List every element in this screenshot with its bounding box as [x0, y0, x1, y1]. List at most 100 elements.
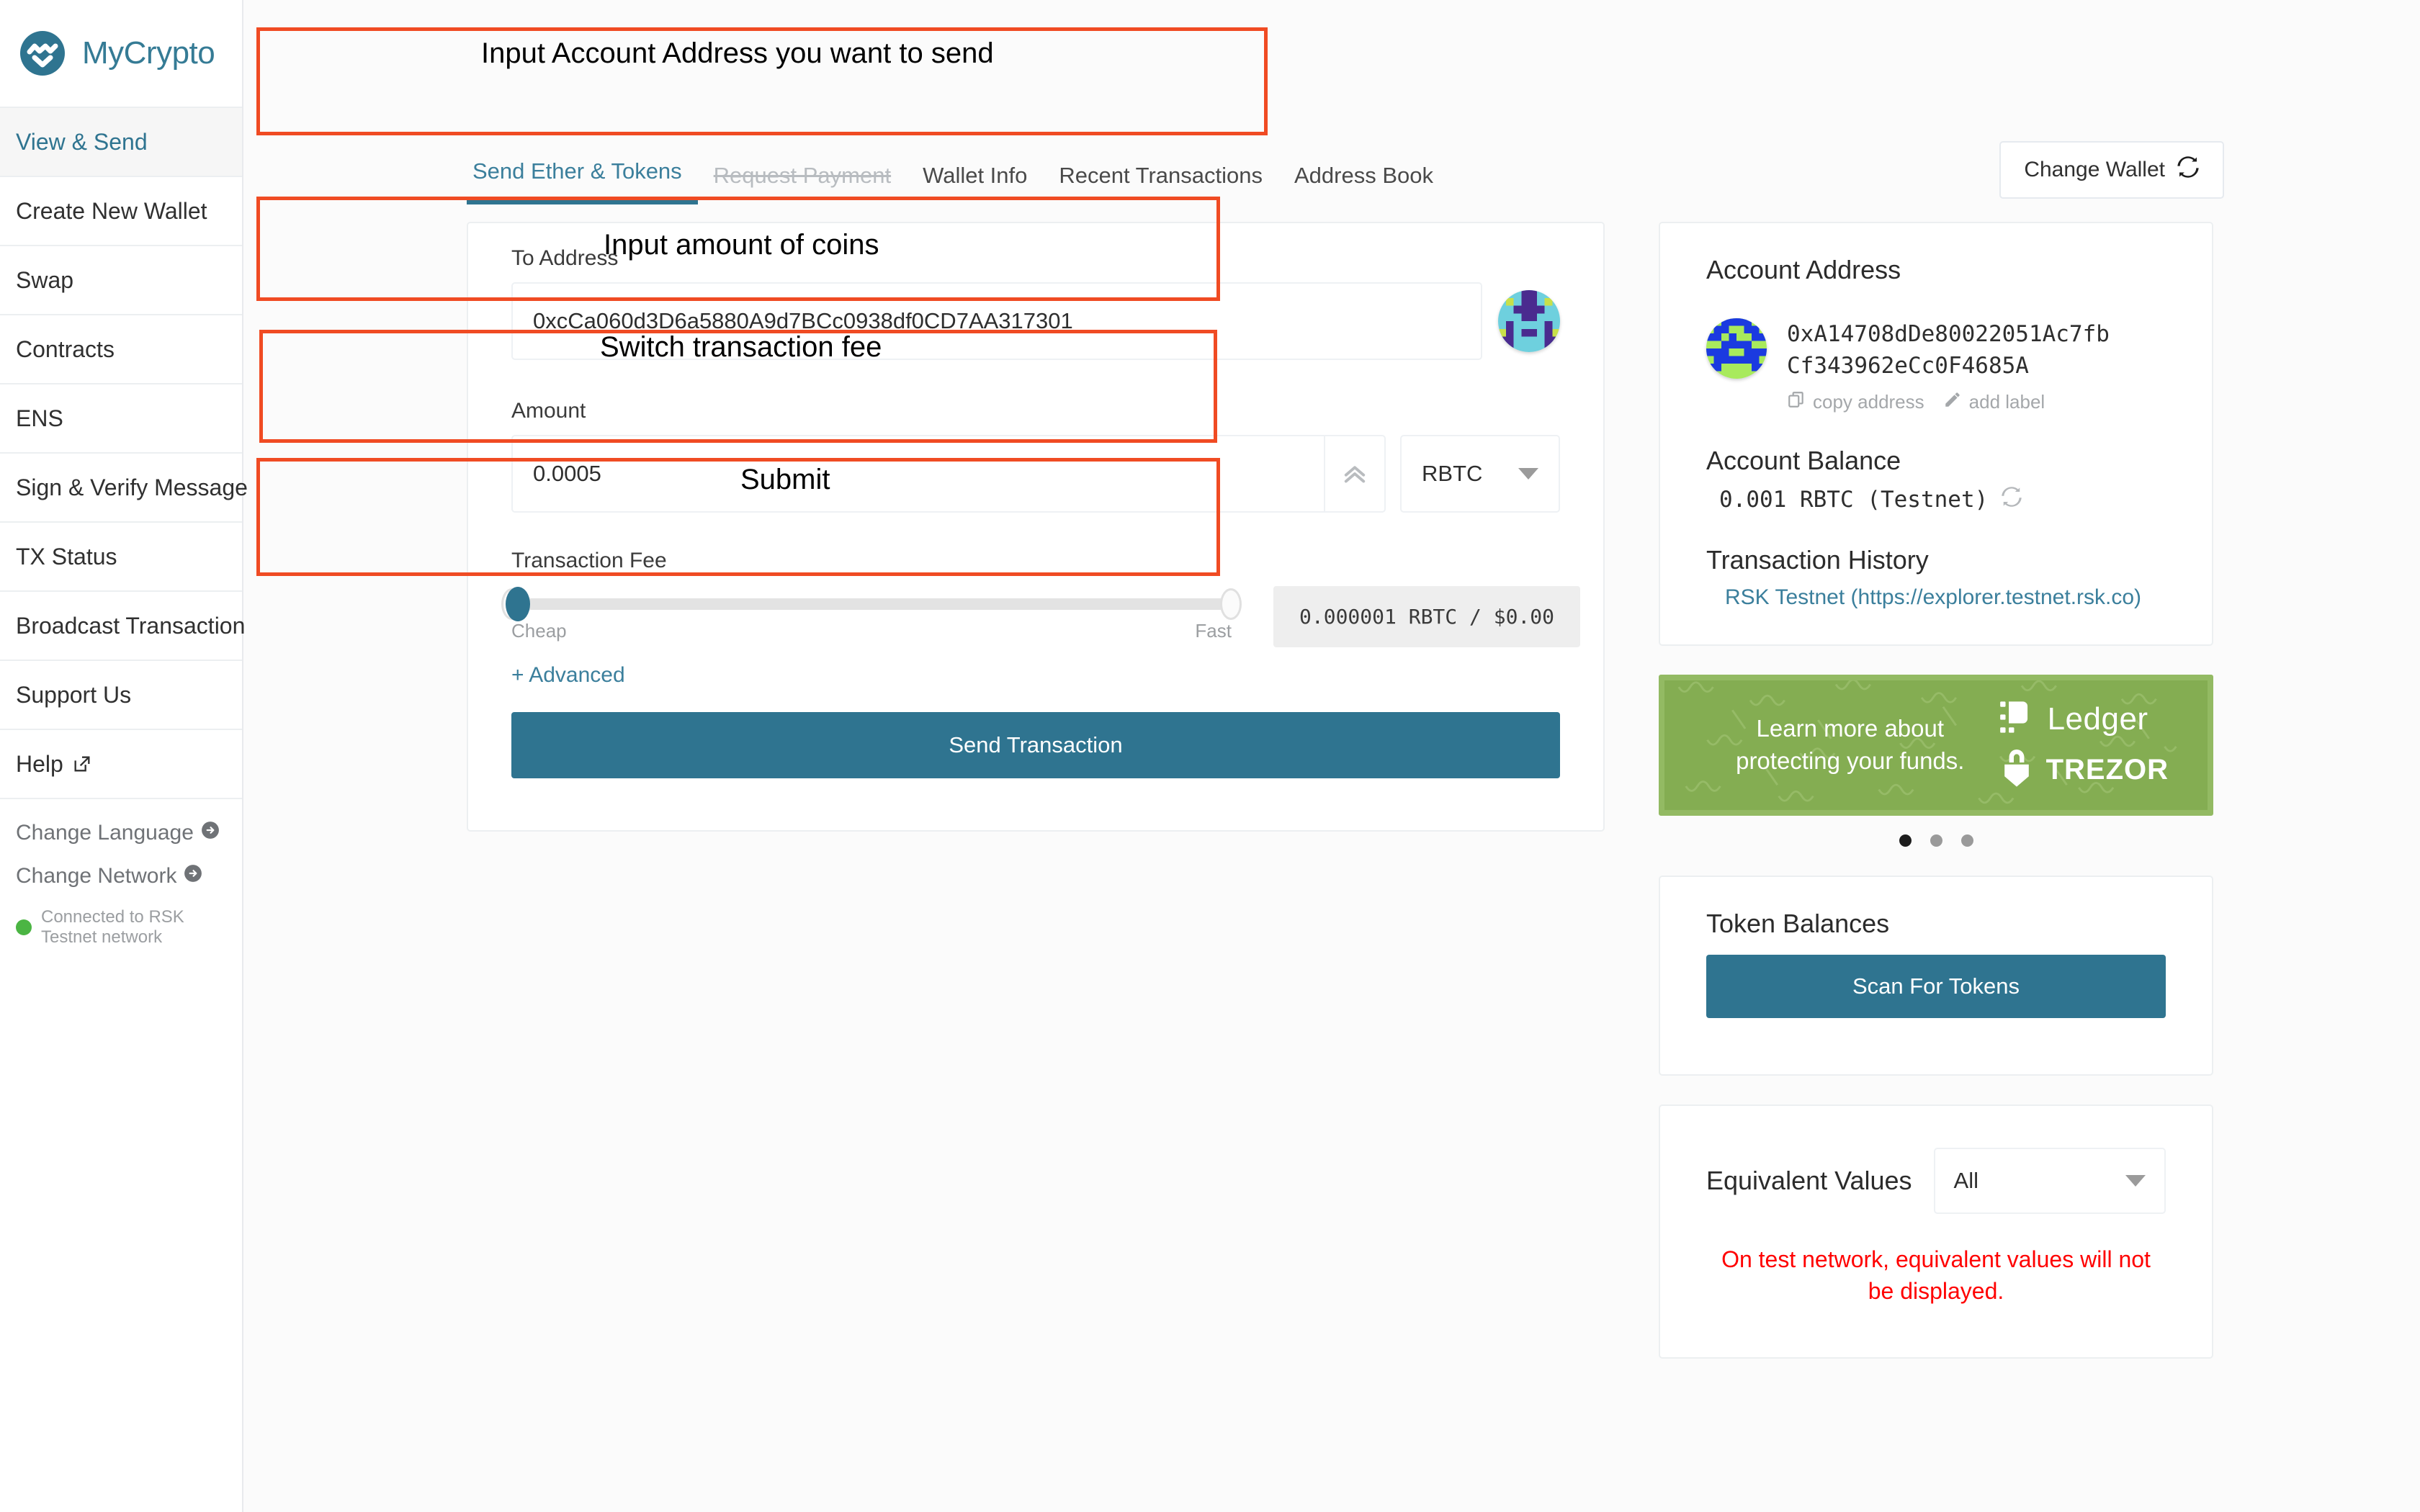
unit-select[interactable]: RBTC: [1400, 435, 1560, 513]
sidebar-item-label: TX Status: [16, 543, 117, 570]
send-transaction-button[interactable]: Send Transaction: [511, 712, 1560, 778]
fee-slider-track[interactable]: [501, 587, 1242, 621]
send-everything-chevron-icon[interactable]: [1324, 436, 1384, 511]
sidebar-item-broadcast-transaction[interactable]: Broadcast Transaction: [0, 592, 246, 661]
amount-input[interactable]: 0.0005: [513, 436, 1324, 511]
banner-dot-3[interactable]: [1960, 834, 1973, 847]
sidebar-item-support-us[interactable]: Support Us: [0, 661, 242, 730]
chevron-down-icon: [1518, 468, 1538, 480]
to-address-input[interactable]: 0xcCa060d3D6a5880A9d7BCc0938df0CD7AA3173…: [511, 282, 1482, 360]
promo-banner[interactable]: Learn more about protecting your funds.: [1659, 675, 2213, 816]
scan-for-tokens-label: Scan For Tokens: [1852, 973, 2020, 999]
brand-name: MyCrypto: [82, 35, 215, 71]
mycrypto-logo-icon: [17, 28, 68, 78]
lock-icon: [1999, 748, 2035, 792]
sidebar-item-label: Broadcast Transaction: [16, 612, 246, 639]
account-address-line-2: Cf343962eCc0F4685A: [1787, 353, 2029, 379]
sidebar-item-label: Help: [16, 750, 63, 777]
send-form-card: To Address 0xcCa060d3D6a5880A9d7BCc0938d…: [467, 222, 1605, 832]
banner-dots: [1659, 834, 2213, 847]
sidebar-item-tx-status[interactable]: TX Status: [0, 523, 242, 592]
chevron-down-icon: [2125, 1175, 2146, 1187]
banner-text-line-1: Learn more about: [1756, 715, 1945, 742]
add-label-label: add label: [1968, 391, 2045, 413]
amount-row: 0.0005 RBTC: [511, 435, 1560, 513]
sidebar-item-ens[interactable]: ENS: [0, 384, 242, 454]
fee-slider[interactable]: Cheap Fast: [501, 587, 1242, 642]
to-address-row: 0xcCa060d3D6a5880A9d7BCc0938df0CD7AA3173…: [511, 282, 1560, 360]
sidebar-item-sign-verify-message[interactable]: Sign & Verify Message: [0, 454, 248, 523]
sidebar: MyCrypto View & Send Create New Wallet S…: [0, 0, 248, 1512]
sidebar-item-label: Contracts: [16, 336, 115, 362]
sidebar-secondary-label: Change Language: [16, 821, 194, 845]
token-balances-card: Token Balances Scan For Tokens: [1659, 876, 2213, 1076]
advanced-toggle[interactable]: + Advanced: [511, 663, 625, 688]
account-address-title: Account Address: [1706, 255, 1901, 284]
amount-value: 0.0005: [533, 461, 601, 486]
ledger-logo: Ledger: [1999, 698, 2169, 739]
to-address-label: To Address: [511, 246, 619, 270]
sidebar-item-create-new-wallet[interactable]: Create New Wallet: [0, 177, 242, 246]
sidebar-secondary-label: Change Network: [16, 864, 177, 888]
account-identicon: [1706, 318, 1767, 379]
recipient-identicon: [1498, 290, 1560, 352]
copy-address-button[interactable]: copy address: [1787, 390, 1924, 414]
arrow-circle-right-icon: [201, 821, 220, 845]
sidebar-change-language[interactable]: Change Language: [16, 821, 242, 845]
external-link-icon: [72, 754, 92, 774]
fee-slider-max-label: Fast: [1195, 620, 1232, 642]
fee-slider-endlabels: Cheap Fast: [511, 620, 1232, 642]
brand[interactable]: MyCrypto: [0, 0, 242, 108]
account-address-row: 0xA14708dDe80022051Ac7fb Cf343962eCc0F46…: [1706, 318, 2166, 414]
banner-text: Learn more about protecting your funds.: [1702, 713, 1999, 777]
sidebar-item-label: View & Send: [16, 128, 148, 155]
fee-value: 0.000001 RBTC / $0.00: [1273, 586, 1581, 647]
banner-logos: Ledger TREZOR: [1999, 698, 2169, 792]
to-address-field-group: To Address 0xcCa060d3D6a5880A9d7BCc0938d…: [511, 246, 1560, 360]
account-balance-row: 0.001 RBTC (Testnet): [1706, 486, 2166, 513]
account-address-actions: copy address add label: [1787, 390, 2110, 414]
equivalent-values-row: Equivalent Values All: [1706, 1148, 2166, 1215]
transaction-history-link[interactable]: RSK Testnet (https://explorer.testnet.rs…: [1706, 585, 2166, 610]
refresh-balance-icon[interactable]: [2001, 486, 2022, 513]
ledger-icon: [1999, 698, 2036, 739]
sidebar-item-help[interactable]: Help: [0, 730, 242, 799]
sidebar-change-network[interactable]: Change Network: [16, 864, 242, 888]
transaction-fee-label: Transaction Fee: [511, 549, 667, 572]
left-column: To Address 0xcCa060d3D6a5880A9d7BCc0938d…: [256, 27, 1605, 832]
network-status-label: Connected to RSK Testnet network: [41, 907, 184, 947]
sidebar-item-view-and-send[interactable]: View & Send: [0, 108, 242, 177]
app-root: MyCrypto View & Send Create New Wallet S…: [0, 0, 2420, 1512]
transaction-fee-group: Transaction Fee Cheap Fast 0.000001 RBTC…: [501, 544, 1581, 647]
account-balance-title: Account Balance: [1706, 446, 1901, 476]
sidebar-item-contracts[interactable]: Contracts: [0, 315, 242, 384]
to-address-value: 0xcCa060d3D6a5880A9d7BCc0938df0CD7AA3173…: [533, 308, 1073, 333]
scan-for-tokens-button[interactable]: Scan For Tokens: [1706, 955, 2166, 1019]
trezor-logo: TREZOR: [1999, 748, 2169, 792]
annotation-label-to-address: Input Account Address you want to send: [481, 37, 994, 69]
transaction-history-title: Transaction History: [1706, 545, 1929, 575]
equivalent-values-message: On test network, equivalent values will …: [1721, 1246, 2151, 1304]
unit-select-value: RBTC: [1422, 461, 1483, 486]
copy-address-label: copy address: [1813, 391, 1924, 413]
promo-banner-wrap: Learn more about protecting your funds.: [1659, 675, 2213, 847]
amount-input-wrap: 0.0005: [511, 435, 1386, 513]
sidebar-secondary: Change Language Change Network Connected…: [0, 799, 242, 948]
token-balances-title: Token Balances: [1706, 909, 1890, 939]
sidebar-item-swap[interactable]: Swap: [0, 246, 242, 315]
fee-slider-min-label: Cheap: [511, 620, 567, 642]
sidebar-item-label: ENS: [16, 405, 63, 431]
ledger-wordmark: Ledger: [2047, 701, 2148, 737]
account-address-card: Account Address 0xA14708dDe80022051Ac7fb…: [1659, 222, 2213, 647]
status-dot-icon: [16, 919, 32, 935]
banner-dot-2[interactable]: [1930, 834, 1942, 847]
copy-icon: [1787, 390, 1806, 414]
equivalent-values-selected: All: [1953, 1168, 1978, 1194]
fee-slider-thumb[interactable]: [506, 587, 530, 621]
add-label-button[interactable]: add label: [1943, 390, 2045, 414]
equivalent-values-select[interactable]: All: [1933, 1148, 2166, 1215]
banner-text-line-2: protecting your funds.: [1736, 747, 1965, 775]
right-column: Account Address 0xA14708dDe80022051Ac7fb…: [1659, 222, 2213, 1359]
amount-field-group: Amount 0.0005 RBTC: [511, 399, 1560, 513]
banner-dot-1[interactable]: [1899, 834, 1912, 847]
